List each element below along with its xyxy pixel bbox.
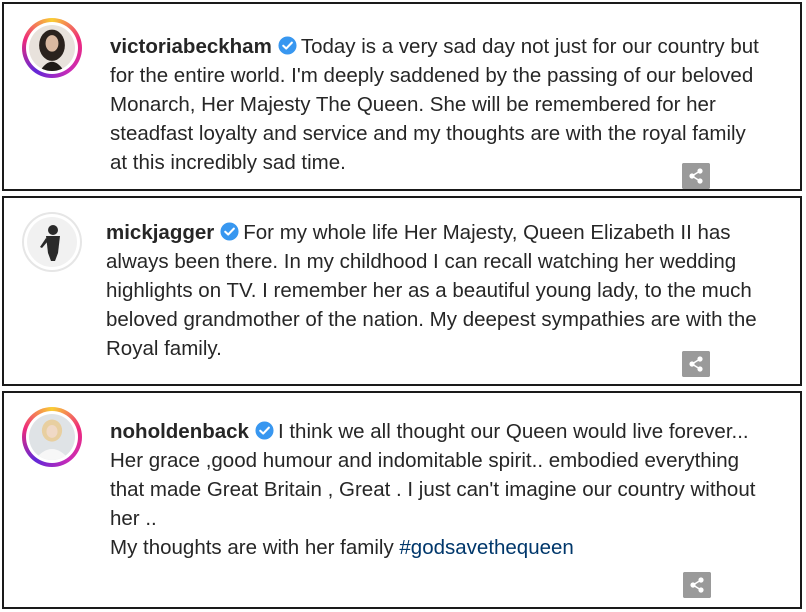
avatar-photo — [29, 25, 75, 71]
post-card: noholdenback I think we all thought our Q… — [2, 391, 802, 609]
avatar-photo — [27, 217, 77, 267]
share-icon[interactable] — [682, 163, 710, 189]
username[interactable]: mickjagger — [106, 221, 214, 244]
profile-avatar[interactable] — [22, 212, 82, 272]
avatar-photo — [29, 414, 75, 460]
post-card: victoriabeckham Today is a very sad day n… — [2, 2, 802, 191]
caption: victoriabeckham Today is a very sad day n… — [110, 32, 766, 177]
caption: noholdenback I think we all thought our Q… — [110, 417, 766, 562]
share-icon[interactable] — [682, 351, 710, 377]
username[interactable]: victoriabeckham — [110, 35, 272, 58]
profile-avatar[interactable] — [22, 18, 82, 78]
verified-badge-icon — [255, 421, 274, 440]
username[interactable]: noholdenback — [110, 420, 249, 443]
hashtag-link[interactable]: #godsavethequeen — [399, 536, 573, 559]
post-card: mickjagger For my whole life Her Majesty,… — [2, 196, 802, 386]
profile-avatar[interactable] — [22, 407, 82, 467]
caption: mickjagger For my whole life Her Majesty,… — [106, 218, 766, 363]
verified-badge-icon — [220, 222, 239, 241]
share-icon[interactable] — [683, 572, 711, 598]
verified-badge-icon — [278, 36, 297, 55]
